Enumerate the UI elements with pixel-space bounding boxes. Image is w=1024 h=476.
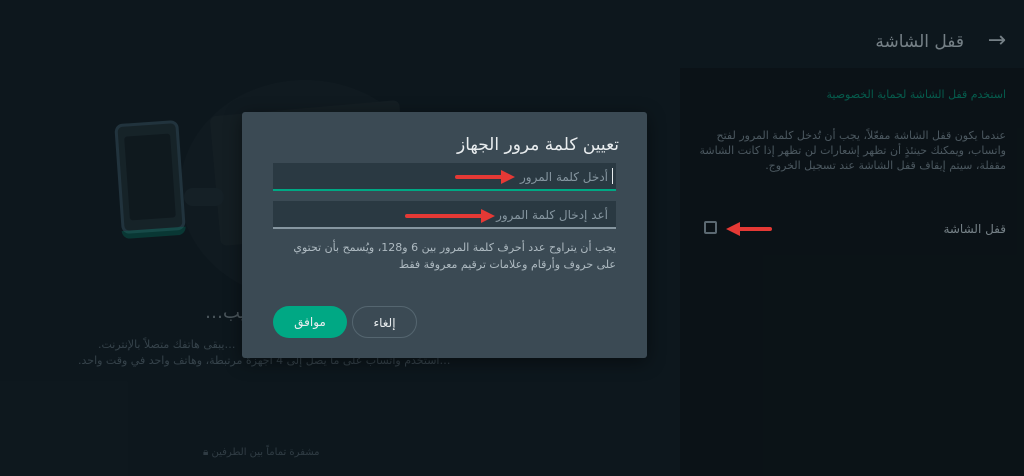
password-hint: يجب أن يتراوح عدد أحرف كلمة المرور بين 6… <box>293 241 616 271</box>
password-input[interactable]: أدخل كلمة المرور <box>273 163 616 191</box>
cancel-button[interactable]: إلغاء <box>352 306 417 338</box>
dialog-title: تعيين كلمة مرور الجهاز <box>456 135 619 155</box>
ok-button[interactable]: موافق <box>273 306 347 338</box>
confirm-password-placeholder: أعد إدخال كلمة المرور <box>496 208 608 222</box>
text-cursor <box>612 168 613 184</box>
password-placeholder: أدخل كلمة المرور <box>519 170 608 184</box>
annotation-arrow-icon <box>455 170 515 184</box>
annotation-arrow-icon <box>405 209 495 223</box>
annotation-arrow-icon <box>726 222 772 236</box>
set-password-dialog: تعيين كلمة مرور الجهاز أدخل كلمة المرور … <box>242 112 647 358</box>
